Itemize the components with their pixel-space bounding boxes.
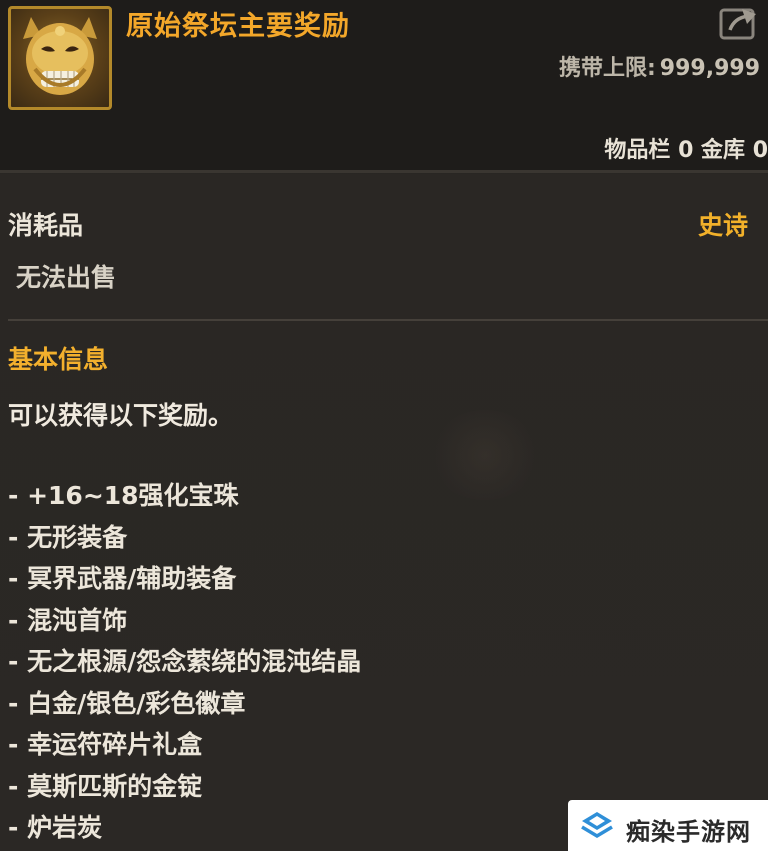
site-logo-icon: [580, 810, 614, 842]
reward-item: - 混沌首饰: [8, 605, 128, 635]
reward-item: - 无形装备: [8, 522, 128, 552]
reward-item: - 冥界武器/辅助装备: [8, 564, 237, 593]
carry-limit: 携带上限: 999,999: [559, 50, 760, 82]
reward-list: - +16~18强化宝珠 - 无形装备 - 冥界武器/辅助装备 - 混沌首饰 -…: [8, 476, 361, 850]
background-ghost: [430, 410, 540, 500]
item-rarity: 史诗: [697, 211, 748, 240]
item-category: 消耗品: [8, 211, 84, 240]
storage-count: 物品栏 0 金库 0: [604, 138, 768, 163]
watermark-text: 痴染手游网: [626, 818, 751, 846]
share-icon[interactable]: [718, 4, 762, 42]
reward-item: - 无之根源/怨念萦绕的混沌结晶: [8, 647, 362, 676]
carry-limit-label: 携带上限:: [558, 56, 656, 81]
reward-item: - +16~18强化宝珠: [8, 481, 239, 510]
section-title-basic-info: 基本信息: [8, 345, 109, 374]
site-watermark: 痴染手游网: [568, 800, 768, 851]
item-title: 原始祭坛主要奖励: [126, 11, 350, 42]
reward-description: 可以获得以下奖励。: [8, 401, 234, 430]
golden-demon-mask-icon: [8, 6, 112, 110]
header-divider: [0, 170, 768, 173]
reward-item: - 炉岩炭: [8, 813, 103, 842]
carry-limit-value: 999,999: [659, 56, 760, 81]
item-tooltip-panel: 原始祭坛主要奖励 携带上限: 999,999 物品栏 0 金库 0 消耗品 史诗 …: [0, 0, 768, 851]
trade-status: 无法出售: [16, 263, 117, 292]
reward-item: - 莫斯匹斯的金锭: [8, 771, 203, 801]
reward-item: - 幸运符碎片礼盒: [8, 730, 203, 759]
reward-item: - 白金/银色/彩色徽章: [8, 688, 246, 718]
section-divider: [8, 319, 768, 321]
